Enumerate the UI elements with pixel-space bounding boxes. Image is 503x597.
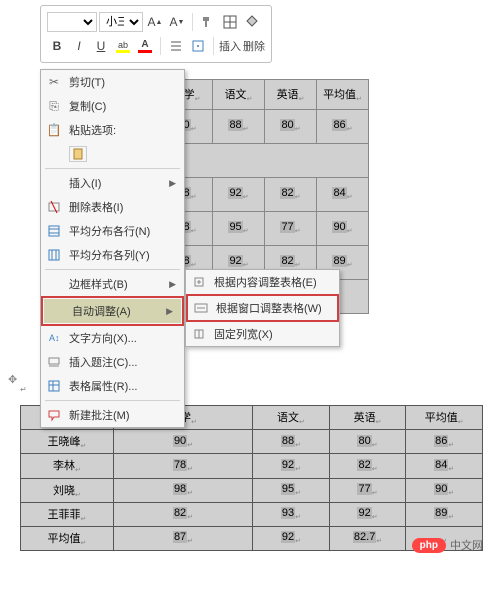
menu-table-properties[interactable]: 表格属性(R)... <box>41 374 184 398</box>
delete-button[interactable]: 删除 <box>243 36 265 56</box>
table-move-handle-icon[interactable]: ✥ <box>8 373 17 386</box>
paste-keep-source-icon[interactable] <box>69 146 87 162</box>
borders-icon[interactable] <box>220 12 240 32</box>
chevron-right-icon: ▶ <box>169 178 176 189</box>
menu-border-style[interactable]: 边框样式(B) ▶ <box>41 272 184 296</box>
table-header: 语文↵ <box>253 406 330 430</box>
caption-icon <box>45 354 63 370</box>
fit-content-icon <box>190 274 208 290</box>
menu-distribute-rows[interactable]: 平均分布各行(N) <box>41 219 184 243</box>
menu-insert[interactable]: 插入(I) ▶ <box>41 171 184 195</box>
table-header: 平均值↵ <box>406 406 483 430</box>
menu-paste-options: 📋 粘贴选项: <box>41 118 184 142</box>
shading-icon[interactable] <box>242 12 262 32</box>
align-icon[interactable] <box>166 36 186 56</box>
paste-icon: 📋 <box>45 122 63 138</box>
cut-icon: ✂ <box>45 74 63 90</box>
underline-button[interactable]: U <box>91 36 111 56</box>
grow-font-icon[interactable]: A▲ <box>145 12 165 32</box>
shrink-font-icon[interactable]: A▼ <box>167 12 187 32</box>
table-header: 英语↵ <box>329 406 406 430</box>
autofit-submenu: 根据内容调整表格(E) 根据窗口调整表格(W) 固定列宽(X) <box>185 269 340 347</box>
copy-icon: ⎘ <box>45 98 63 114</box>
submenu-fit-content[interactable]: 根据内容调整表格(E) <box>186 270 339 294</box>
menu-insert-caption[interactable]: 插入题注(C)... <box>41 350 184 374</box>
menu-new-comment[interactable]: 新建批注(M) <box>41 403 184 427</box>
delete-table-icon <box>45 199 63 215</box>
menu-distribute-cols[interactable]: 平均分布各列(Y) <box>41 243 184 267</box>
menu-copy[interactable]: ⎘ 复制(C) <box>41 94 184 118</box>
menu-autofit[interactable]: 自动调整(A) ▶ <box>44 299 181 323</box>
insert-button[interactable]: 插入 <box>219 36 241 56</box>
chevron-right-icon: ▶ <box>166 306 173 317</box>
table-row: 王菲菲↵ 82↵ 93↵ 92↵ 89↵ <box>21 502 483 526</box>
font-color-icon[interactable]: A <box>135 36 155 56</box>
cell-align-icon[interactable] <box>188 36 208 56</box>
menu-paste-option-item[interactable] <box>41 142 184 166</box>
bold-button[interactable]: B <box>47 36 67 56</box>
watermark: php 中文网 <box>412 537 483 553</box>
menu-delete-table[interactable]: 删除表格(I) <box>41 195 184 219</box>
mini-toolbar: 小三 A▲ A▼ B I U ab A <box>40 5 272 63</box>
table-row: 王晓峰↵ 90↵ 88↵ 80↵ 86↵ <box>21 430 483 454</box>
menu-cut[interactable]: ✂ 剪切(T) <box>41 70 184 94</box>
php-badge-icon: php <box>412 538 446 553</box>
fixed-width-icon <box>190 326 208 342</box>
highlight-icon[interactable]: ab <box>113 36 133 56</box>
chevron-right-icon: ▶ <box>169 279 176 290</box>
format-painter-icon[interactable] <box>198 12 218 32</box>
italic-button[interactable]: I <box>69 36 89 56</box>
font-size-select[interactable]: 小三 <box>99 12 143 32</box>
distribute-rows-icon <box>45 223 63 239</box>
font-name-select[interactable] <box>47 12 97 32</box>
submenu-fit-window[interactable]: 根据窗口调整表格(W) <box>188 296 337 320</box>
text-direction-icon: A↕ <box>45 330 63 346</box>
table-properties-icon <box>45 378 63 394</box>
comment-icon <box>45 407 63 423</box>
submenu-fixed-width[interactable]: 固定列宽(X) <box>186 322 339 346</box>
context-menu: ✂ 剪切(T) ⎘ 复制(C) 📋 粘贴选项: 插入(I) ▶ 删除表格 <box>40 69 185 428</box>
distribute-cols-icon <box>45 247 63 263</box>
table-row: 刘晓↵ 98↵ 95↵ 77↵ 90↵ <box>21 478 483 502</box>
fit-window-icon <box>192 300 210 316</box>
table-row: 李林↵ 78↵ 92↵ 82↵ 84↵ <box>21 454 483 478</box>
svg-text:A↕: A↕ <box>49 333 60 343</box>
menu-text-direction[interactable]: A↕ 文字方向(X)... <box>41 326 184 350</box>
